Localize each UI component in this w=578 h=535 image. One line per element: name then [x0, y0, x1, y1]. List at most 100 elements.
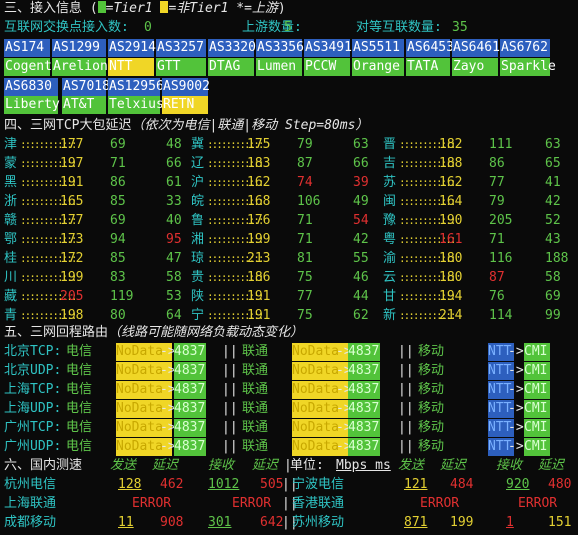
cu-latency: 83 — [110, 270, 126, 285]
cm-latency: 54 — [353, 213, 369, 228]
cu-latency: 86 — [489, 156, 505, 171]
province-label: 云 — [383, 270, 397, 285]
col-send2: 发送 — [398, 458, 425, 473]
cm-latency: 48 — [166, 137, 182, 152]
cu-label: 联通 — [242, 344, 269, 359]
province-label: 闽 — [383, 194, 397, 209]
ct-latency: 194 — [439, 289, 463, 304]
cm-as: CMI — [524, 400, 550, 418]
cm-latency: 42 — [353, 232, 369, 247]
tcp-header: 四、三网TCP大包延迟（依次为电信|联通|移动 Step=80ms） — [4, 117, 368, 135]
as-tag-pccw: PCCW — [304, 58, 350, 76]
route-row: 广州UDP: 电信 NoData -> 4837 || 联通 NoData -> 4837 || 移动… — [4, 438, 574, 456]
cm-label: 移动 — [418, 401, 445, 416]
as-tag-retn: RETN — [162, 96, 208, 114]
cm-latency: 41 — [545, 175, 561, 190]
cm-latency: 42 — [545, 194, 561, 209]
province-label: 晋 — [383, 137, 397, 152]
right-send: 871 — [404, 515, 428, 530]
tcp-cell-冀: 冀:::::::::::: 175 79 63 — [191, 136, 381, 154]
cm-latency: 64 — [166, 308, 182, 323]
ct-latency: 191 — [60, 175, 84, 190]
as-tag-telxius: Telxius — [108, 96, 164, 114]
right-delay: 199 — [450, 515, 474, 530]
route-location: 北京TCP: — [4, 344, 62, 359]
arrow: -> — [508, 401, 524, 416]
ct-latency: 214 — [439, 308, 463, 323]
province-label: 鄂 — [4, 232, 18, 247]
cm-latency: 58 — [166, 270, 182, 285]
cm-latency: 43 — [545, 232, 561, 247]
left-recv: 301 — [208, 515, 232, 530]
as-tag-arelion: Arelion — [52, 58, 108, 76]
right-error2: ERROR — [518, 496, 558, 511]
peer-value: 35 — [452, 20, 468, 35]
as-tag-gtt: GTT — [156, 58, 206, 76]
cm-as: CMI — [524, 343, 550, 361]
ct-latency: 199 — [247, 232, 271, 247]
legend-open: ( — [89, 1, 98, 16]
route-row: 北京TCP: 电信 NoData -> 4837 || 联通 NoData -> 4837 || 移动… — [4, 343, 574, 361]
province-label: 藏 — [4, 289, 18, 304]
cu-latency: 71 — [110, 156, 126, 171]
ct-label: 电信 — [66, 382, 93, 397]
cu-as: 4837 — [348, 419, 380, 437]
province-label: 津 — [4, 137, 18, 152]
left-send: 11 — [118, 515, 134, 530]
cu-as: 4837 — [348, 343, 380, 361]
cu-latency: 205 — [489, 213, 513, 228]
cm-latency: 52 — [545, 213, 561, 228]
cm-as: CMI — [524, 438, 550, 456]
cu-latency: 69 — [110, 137, 126, 152]
ct-as: 4837 — [174, 400, 206, 418]
ct-latency: 213 — [247, 251, 271, 266]
ct-latency: 191 — [247, 289, 271, 304]
as-tag-zayo: Zayo — [452, 58, 498, 76]
province-label: 皖 — [191, 194, 205, 209]
col-delay4: 延迟 — [538, 458, 565, 473]
province-label: 浙 — [4, 194, 18, 209]
cu-latency: 85 — [110, 251, 126, 266]
arrow: -> — [508, 439, 524, 454]
cu-label: 联通 — [242, 439, 269, 454]
province-label: 黑 — [4, 175, 18, 190]
tcp-cell-豫: 豫:::::::::::: 190 205 52 — [383, 212, 573, 230]
ct-latency: 190 — [439, 213, 463, 228]
ct-latency: 168 — [247, 194, 271, 209]
route-row: 北京UDP: 电信 NoData -> 4837 || 联通 NoData -> 4837 || 移动… — [4, 362, 574, 380]
cu-label: 联通 — [242, 420, 269, 435]
province-label: 赣 — [4, 213, 18, 228]
upstream-label: 上游数量: — [242, 20, 302, 35]
route-location: 上海TCP: — [4, 382, 62, 397]
cm-latency: 61 — [166, 175, 182, 190]
route-location: 广州UDP: — [4, 439, 62, 454]
route-location: 北京UDP: — [4, 363, 62, 378]
left-name: 上海联通 — [4, 496, 57, 511]
upstream-value: 5 — [284, 20, 292, 35]
cm-label: 移动 — [418, 382, 445, 397]
cm-latency: 66 — [353, 156, 369, 171]
ct-latency: 180 — [439, 270, 463, 285]
right-send: 121 — [404, 477, 428, 492]
ct-label: 电信 — [66, 344, 93, 359]
left-delay: 908 — [160, 515, 184, 530]
tcp-cell-皖: 皖:::::::::::: 168 106 49 — [191, 193, 381, 211]
right-recv: 1 — [506, 515, 514, 530]
col-send: 发送 — [110, 458, 137, 473]
sep: || — [222, 363, 238, 378]
right-recv: 920 — [506, 477, 530, 492]
right-name: 宁波电信 — [292, 477, 345, 492]
speed-row: 上海联通 ERROR ERROR || 香港联通 ERROR ERROR — [4, 495, 574, 513]
cu-latency: 87 — [489, 270, 505, 285]
as-tag-att: AT&T — [62, 96, 106, 114]
cu-latency: 79 — [489, 194, 505, 209]
cm-latency: 39 — [353, 175, 369, 190]
tcp-cell-云: 云:::::::::::: 180 87 58 — [383, 269, 573, 287]
province-label: 鲁 — [191, 213, 205, 228]
left-rdelay: 642 — [260, 515, 284, 530]
as-tag-as5511: AS5511 — [352, 39, 404, 57]
left-error: ERROR — [132, 496, 172, 511]
province-label: 川 — [4, 270, 18, 285]
route-row: 上海TCP: 电信 NoData -> 4837 || 联通 NoData -> 4837 || 移动… — [4, 381, 574, 399]
as-tag-as12956: AS12956 — [108, 78, 164, 96]
